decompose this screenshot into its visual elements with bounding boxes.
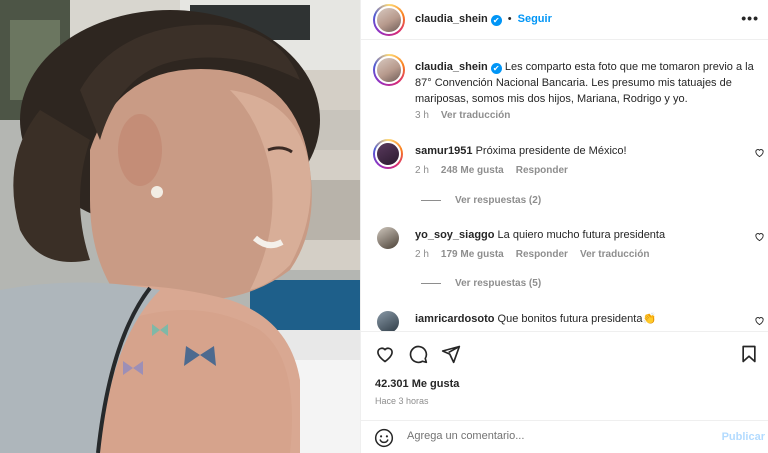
post-photo[interactable]: [0, 0, 360, 453]
view-replies-label: Ver respuestas (2): [455, 195, 542, 206]
separator-dot: •: [507, 13, 512, 25]
comment-reply-link[interactable]: Responder: [516, 165, 568, 176]
commenter-avatar[interactable]: [373, 223, 403, 253]
post-side-panel: claudia_shein ✔ • Seguir ••• claudia_shein ✔…: [360, 0, 768, 453]
commenter-username[interactable]: iamricardosoto: [415, 313, 494, 325]
author-username[interactable]: claudia_shein: [415, 13, 488, 25]
comment-text: Próxima presidente de México!: [475, 145, 627, 157]
add-comment-input[interactable]: [407, 430, 707, 442]
add-comment-bar: Publicar: [361, 420, 768, 453]
like-comment-heart-icon[interactable]: [754, 147, 765, 158]
caption-avatar[interactable]: [373, 54, 405, 86]
post-likes-count[interactable]: 42.301 Me gusta: [375, 378, 459, 390]
comment-likes[interactable]: 179 Me gusta: [441, 249, 504, 260]
comment-meta: 2 h 248 Me gusta Responder: [415, 165, 568, 176]
comment-time: 2 h: [415, 165, 429, 176]
publish-button[interactable]: Publicar: [722, 431, 765, 443]
view-replies-button[interactable]: Ver respuestas (5): [421, 278, 541, 289]
comment-body: samur1951 Próxima presidente de México!: [415, 144, 745, 159]
commenter-avatar[interactable]: [373, 139, 403, 169]
comment-text: Que bonitos futura presidenta👏: [497, 313, 657, 325]
author-line: claudia_shein ✔ • Seguir: [415, 13, 552, 26]
like-heart-icon[interactable]: [375, 344, 395, 364]
comment-translate-link[interactable]: Ver traducción: [580, 249, 649, 260]
verified-icon: ✔: [490, 15, 502, 26]
comment-time: 2 h: [415, 249, 429, 260]
emoji-smiley-icon[interactable]: [374, 428, 394, 448]
view-replies-button[interactable]: Ver respuestas (2): [421, 195, 541, 206]
post-time-ago: Hace 3 horas: [375, 396, 429, 406]
commenter-username[interactable]: samur1951: [415, 145, 473, 157]
comment-bubble-icon[interactable]: [408, 344, 428, 364]
like-comment-heart-icon[interactable]: [754, 231, 765, 242]
follow-button[interactable]: Seguir: [518, 13, 552, 25]
post-actions: 42.301 Me gusta Hace 3 horas Publicar: [361, 331, 768, 453]
author-avatar[interactable]: [373, 4, 405, 36]
commenter-username[interactable]: yo_soy_siaggo: [415, 229, 494, 241]
instagram-post-view: claudia_shein ✔ • Seguir ••• claudia_shein ✔…: [0, 0, 768, 453]
comment-text: La quiero mucho futura presidenta: [497, 229, 666, 241]
comment-reply-link[interactable]: Responder: [516, 249, 568, 260]
comment-meta: 2 h 179 Me gusta Responder Ver traducción: [415, 249, 649, 260]
caption-time: 3 h: [415, 110, 429, 121]
post-header: claudia_shein ✔ • Seguir •••: [361, 0, 768, 40]
photo-illustration: [0, 0, 360, 453]
comment-body: yo_soy_siaggo La quiero mucho futura pre…: [415, 228, 745, 243]
replies-divider: [421, 283, 441, 284]
commenter-avatar[interactable]: [373, 307, 403, 331]
comment: iamricardosoto Que bonitos futura presid…: [373, 307, 768, 331]
caption-translate-link[interactable]: Ver traducción: [441, 110, 510, 121]
save-bookmark-icon[interactable]: [739, 344, 759, 364]
comment-likes[interactable]: 248 Me gusta: [441, 165, 504, 176]
share-send-icon[interactable]: [441, 344, 461, 364]
caption-meta: 3 h Ver traducción: [415, 110, 510, 121]
comment-body: iamricardosoto Que bonitos futura presid…: [415, 312, 745, 327]
like-comment-heart-icon[interactable]: [754, 315, 765, 326]
view-replies-label: Ver respuestas (5): [455, 278, 542, 289]
verified-icon: ✔: [490, 63, 502, 74]
replies-divider: [421, 200, 441, 201]
more-options-icon[interactable]: •••: [741, 11, 759, 25]
caption-username[interactable]: claudia_shein: [415, 61, 488, 73]
caption-text-block: claudia_shein ✔ Les comparto esta foto qu…: [415, 59, 765, 107]
